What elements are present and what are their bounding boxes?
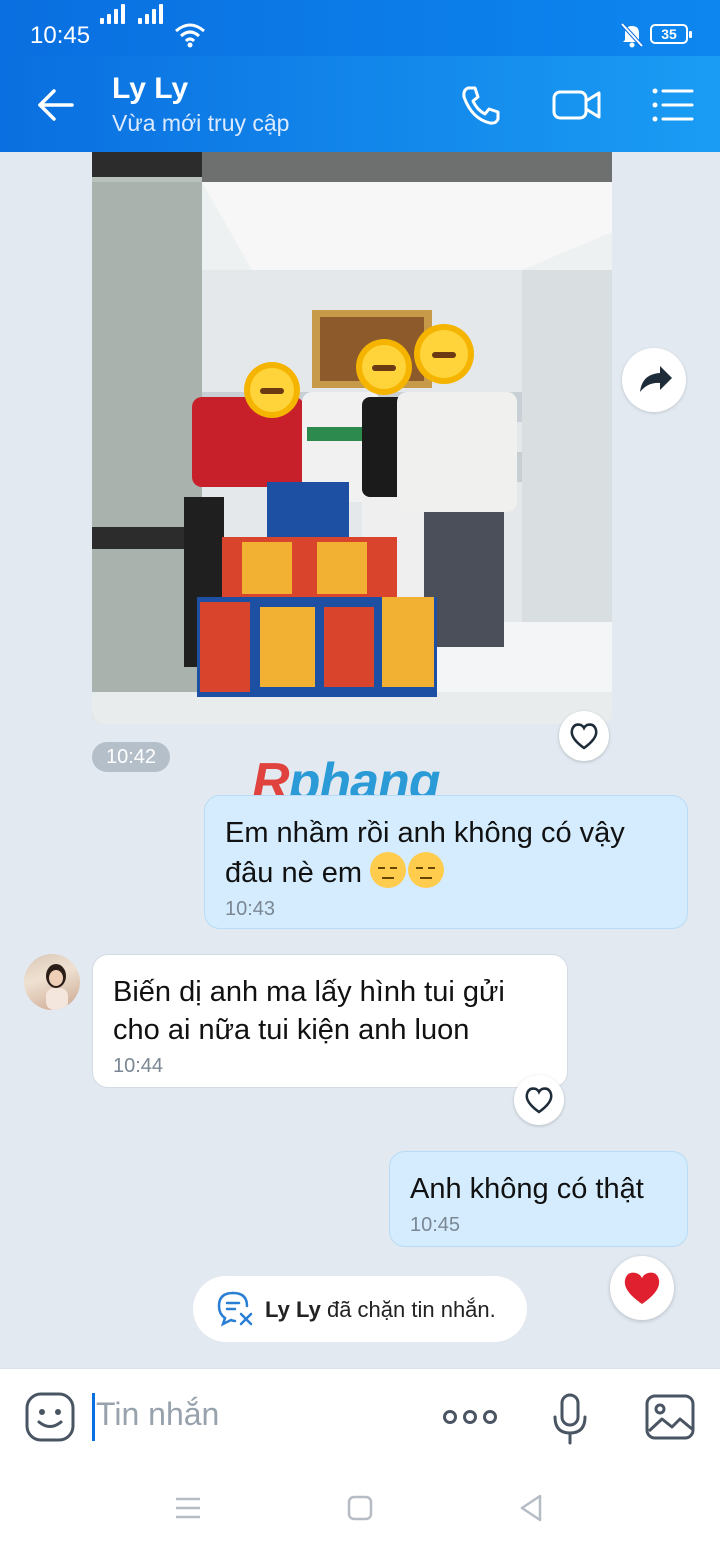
text-cursor (92, 1393, 95, 1441)
message-text-line-1: Biến dị anh ma lấy hình tui gửi (113, 976, 505, 1008)
incoming-message-bubble[interactable]: Biến dị anh ma lấy hình tui gửi cho ai n… (92, 954, 568, 1088)
share-forward-button[interactable] (622, 348, 686, 412)
message-time: 10:45 (410, 1214, 461, 1236)
video-call-icon[interactable] (552, 80, 602, 130)
home-icon[interactable] (344, 1492, 376, 1524)
message-composer: Tin nhắn (0, 1368, 720, 1560)
presence-status: Vừa mới truy cập (112, 110, 290, 136)
quick-heart-button[interactable] (610, 1256, 674, 1320)
react-heart-button[interactable] (514, 1075, 564, 1125)
message-time: 10:43 (225, 898, 276, 920)
back-nav-icon[interactable] (516, 1492, 548, 1524)
chat-blocked-icon (217, 1291, 253, 1327)
outgoing-message-bubble[interactable]: Anh không có thật 10:45 (389, 1151, 688, 1247)
message-time: 10:44 (113, 1055, 164, 1077)
status-time: 10:45 (30, 22, 91, 49)
recent-apps-icon[interactable] (172, 1492, 204, 1524)
image-gallery-icon[interactable] (644, 1393, 696, 1441)
wifi-icon (175, 23, 205, 48)
image-message[interactable] (92, 152, 612, 724)
heart-filled-icon (624, 1272, 660, 1304)
phone-icon[interactable] (456, 80, 506, 130)
outgoing-message-bubble[interactable]: Em nhầm rồi anh không có vậy đâu nè em 1… (204, 795, 688, 929)
image-timestamp: 10:42 (92, 742, 170, 772)
blocked-notice: Ly Ly đã chặn tin nhắn. (193, 1276, 527, 1342)
react-heart-button[interactable] (559, 711, 609, 761)
message-text: Anh không có thật (410, 1173, 644, 1205)
microphone-icon[interactable] (550, 1391, 590, 1447)
avatar-image (46, 964, 68, 1010)
pensive-face-icon (370, 852, 407, 888)
chat-header: Ly Ly Vừa mới truy cập (0, 56, 720, 152)
status-bar: 10:45 35 (0, 0, 720, 56)
pensive-face-icon (408, 852, 445, 888)
battery-indicator: 35 (650, 24, 692, 44)
heart-outline-icon (525, 1087, 553, 1114)
photo-content (92, 152, 612, 724)
bell-muted-icon (620, 22, 644, 48)
contact-avatar[interactable] (24, 954, 80, 1010)
contact-name[interactable]: Ly Ly (112, 72, 188, 106)
blocked-notice-text: Ly Ly đã chặn tin nhắn. (265, 1297, 496, 1322)
message-input[interactable]: Tin nhắn (96, 1396, 219, 1433)
more-dots-icon[interactable] (442, 1405, 498, 1429)
menu-list-icon[interactable] (648, 80, 698, 130)
heart-outline-icon (570, 723, 598, 750)
message-text-line-2: cho ai nữa tui kiện anh luon (113, 1014, 470, 1046)
share-forward-icon (640, 366, 672, 392)
back-arrow-icon[interactable] (30, 80, 80, 130)
sticker-emoji-icon[interactable] (24, 1391, 76, 1443)
message-text: Em nhầm rồi anh không có vậy đâu nè em (225, 817, 625, 889)
